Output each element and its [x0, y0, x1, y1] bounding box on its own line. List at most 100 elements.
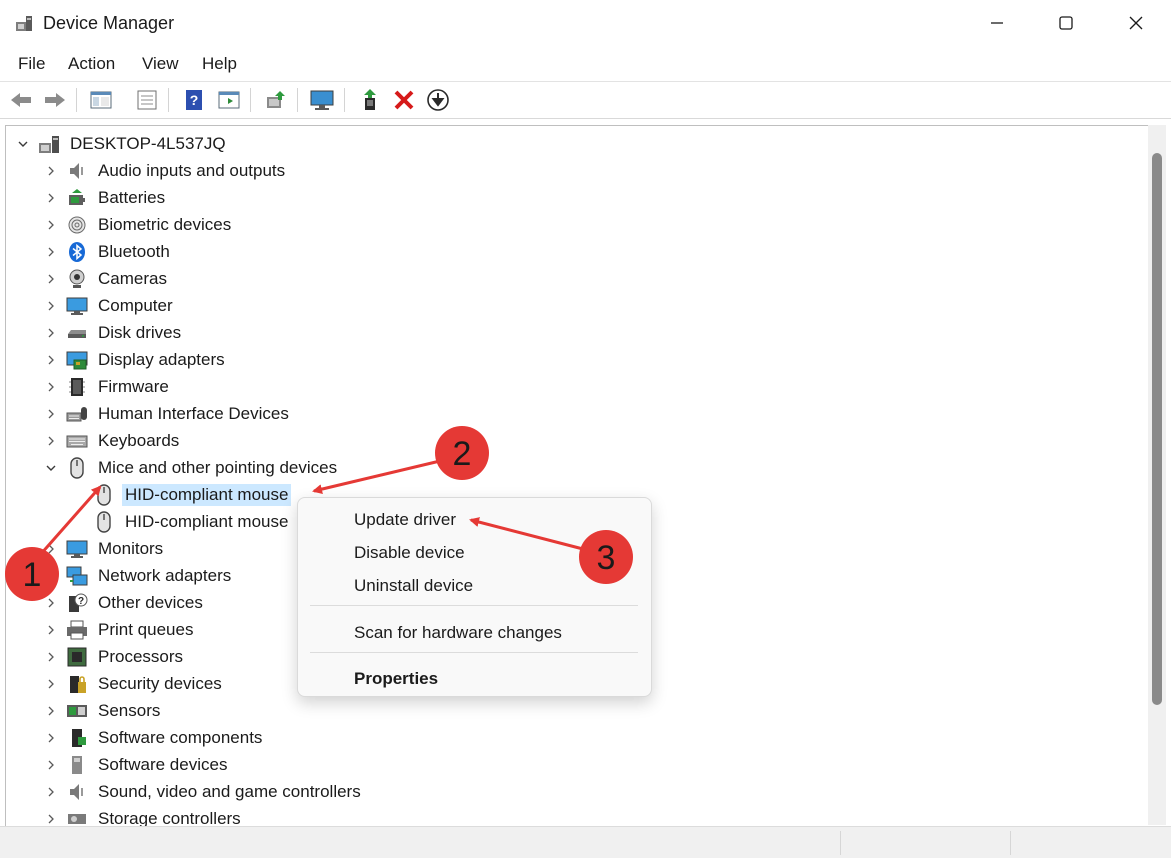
speaker-icon: [66, 160, 88, 182]
device-label: HID-compliant mouse: [122, 483, 292, 506]
chevron-right-icon[interactable]: [44, 272, 58, 286]
chevron-right-icon[interactable]: [44, 542, 58, 556]
scrollbar-thumb[interactable]: [1152, 153, 1162, 705]
category-label: Biometric devices: [98, 214, 232, 234]
close-button[interactable]: [1101, 0, 1171, 46]
bluetooth-icon: [66, 241, 88, 263]
chevron-right-icon[interactable]: [44, 812, 58, 826]
properties-menu-item[interactable]: Properties: [354, 669, 438, 689]
category-storage[interactable]: Storage controllers: [44, 805, 244, 827]
help-button[interactable]: ?: [181, 88, 207, 112]
menu-action[interactable]: Action: [68, 54, 115, 74]
category-monitors[interactable]: Monitors: [44, 535, 166, 562]
uninstall-button[interactable]: [391, 88, 417, 112]
chevron-right-icon[interactable]: [44, 245, 58, 259]
uninstall-device-menu-item[interactable]: Uninstall device: [354, 576, 473, 596]
category-label: Software components: [98, 727, 263, 747]
category-label: Processors: [98, 646, 184, 666]
chevron-right-icon[interactable]: [44, 650, 58, 664]
disable-device-icon: [427, 89, 449, 111]
chevron-right-icon[interactable]: [44, 596, 58, 610]
category-bluetooth[interactable]: Bluetooth: [44, 238, 173, 265]
show-hide-console-tree-button[interactable]: [88, 88, 114, 112]
forward-arrow-icon: [45, 93, 65, 107]
chevron-right-icon[interactable]: [44, 380, 58, 394]
software-component-icon: [66, 727, 88, 749]
minimize-button[interactable]: [962, 0, 1032, 46]
status-bar: [0, 826, 1171, 858]
category-disk-drives[interactable]: Disk drives: [44, 319, 184, 346]
category-sound[interactable]: Sound, video and game controllers: [44, 778, 364, 805]
help-icon: ?: [186, 90, 202, 110]
category-audio[interactable]: Audio inputs and outputs: [44, 157, 288, 184]
update-driver-menu-item[interactable]: Update driver: [354, 510, 456, 530]
chevron-right-icon[interactable]: [44, 785, 58, 799]
category-display-adapters[interactable]: Display adapters: [44, 346, 228, 373]
category-processors[interactable]: Processors: [44, 643, 186, 670]
category-batteries[interactable]: Batteries: [44, 184, 168, 211]
vertical-scrollbar[interactable]: [1148, 125, 1166, 825]
chevron-right-icon[interactable]: [44, 434, 58, 448]
chevron-right-icon[interactable]: [44, 758, 58, 772]
chevron-right-icon[interactable]: [44, 164, 58, 178]
category-computer[interactable]: Computer: [44, 292, 176, 319]
chevron-down-icon[interactable]: [44, 461, 58, 475]
properties-button[interactable]: [134, 88, 160, 112]
action-pane-button[interactable]: [216, 88, 242, 112]
menu-file[interactable]: File: [18, 54, 45, 74]
category-security[interactable]: Security devices: [44, 670, 225, 697]
scan-hardware-button[interactable]: [263, 88, 289, 112]
category-firmware[interactable]: Firmware: [44, 373, 172, 400]
chevron-right-icon[interactable]: [44, 677, 58, 691]
category-label: Audio inputs and outputs: [98, 160, 286, 180]
category-biometric[interactable]: Biometric devices: [44, 211, 234, 238]
category-label: Disk drives: [98, 322, 182, 342]
menu-help[interactable]: Help: [202, 54, 237, 74]
chevron-right-icon[interactable]: [44, 704, 58, 718]
category-label: Storage controllers: [98, 808, 241, 827]
disk-drive-icon: [66, 322, 88, 344]
category-print-queues[interactable]: Print queues: [44, 616, 196, 643]
monitor-button[interactable]: [309, 88, 335, 112]
uninstall-icon: [394, 90, 414, 110]
chevron-right-icon[interactable]: [44, 407, 58, 421]
chevron-down-icon[interactable]: [16, 137, 30, 151]
maximize-button[interactable]: [1031, 0, 1101, 46]
device-tree[interactable]: DESKTOP-4L537JQ Audio inputs and outputs…: [5, 125, 1148, 827]
category-software-devices[interactable]: Software devices: [44, 751, 230, 778]
disable-device-menu-item[interactable]: Disable device: [354, 543, 465, 563]
chevron-right-icon[interactable]: [44, 326, 58, 340]
context-menu-separator: [310, 652, 638, 653]
disable-device-button[interactable]: [425, 88, 451, 112]
category-hid[interactable]: Human Interface Devices: [44, 400, 292, 427]
category-mice[interactable]: Mice and other pointing devices: [44, 454, 340, 481]
category-other[interactable]: ? Other devices: [44, 589, 206, 616]
mouse-icon: [93, 510, 115, 533]
device-hid-mouse-1[interactable]: HID-compliant mouse: [93, 481, 292, 508]
context-menu: Update driver Disable device Uninstall d…: [297, 497, 652, 697]
unknown-device-icon: ?: [66, 592, 88, 614]
properties-icon: [137, 90, 157, 110]
device-manager-app-icon: [14, 13, 34, 33]
toolbar-separator: [344, 88, 345, 112]
update-driver-button[interactable]: [358, 88, 384, 112]
chevron-right-icon[interactable]: [44, 191, 58, 205]
category-network[interactable]: Network adapters: [44, 562, 234, 589]
chevron-right-icon[interactable]: [44, 623, 58, 637]
device-hid-mouse-2[interactable]: HID-compliant mouse: [93, 508, 291, 535]
chevron-right-icon[interactable]: [44, 731, 58, 745]
chevron-right-icon[interactable]: [44, 299, 58, 313]
chevron-right-icon[interactable]: [44, 569, 58, 583]
menu-view[interactable]: View: [142, 54, 179, 74]
chevron-right-icon[interactable]: [44, 218, 58, 232]
category-cameras[interactable]: Cameras: [44, 265, 170, 292]
category-software-components[interactable]: Software components: [44, 724, 265, 751]
category-sensors[interactable]: Sensors: [44, 697, 163, 724]
title-bar[interactable]: Device Manager: [0, 0, 1171, 46]
scan-hardware-menu-item[interactable]: Scan for hardware changes: [354, 623, 562, 643]
category-keyboards[interactable]: Keyboards: [44, 427, 182, 454]
tree-root[interactable]: DESKTOP-4L537JQ: [16, 130, 229, 157]
chevron-right-icon[interactable]: [44, 353, 58, 367]
back-button[interactable]: [8, 88, 34, 112]
forward-button[interactable]: [42, 88, 68, 112]
